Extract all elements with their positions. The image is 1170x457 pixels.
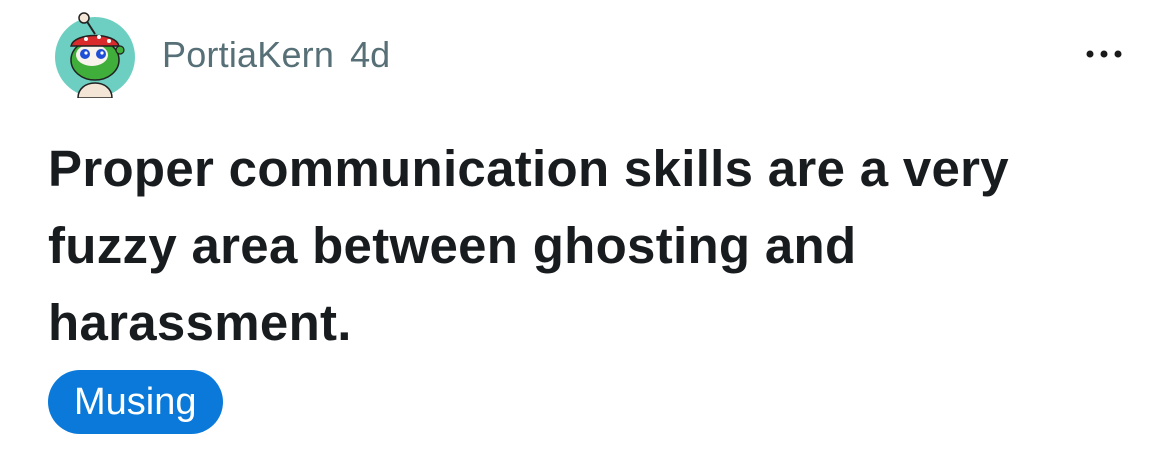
author-name[interactable]: PortiaKern [162,34,334,76]
post-header: PortiaKern 4d [52,12,390,98]
snoo-avatar-icon [55,12,135,98]
post-title[interactable]: Proper communication skills are a very f… [48,130,1108,361]
user-avatar[interactable] [52,12,138,98]
more-horizontal-icon [1086,50,1122,58]
more-options-button[interactable] [1076,34,1132,74]
post-age: 4d [350,34,391,75]
post-flair-badge[interactable]: Musing [48,370,223,434]
post-card[interactable]: PortiaKern 4d Proper communication skill… [0,0,1170,457]
